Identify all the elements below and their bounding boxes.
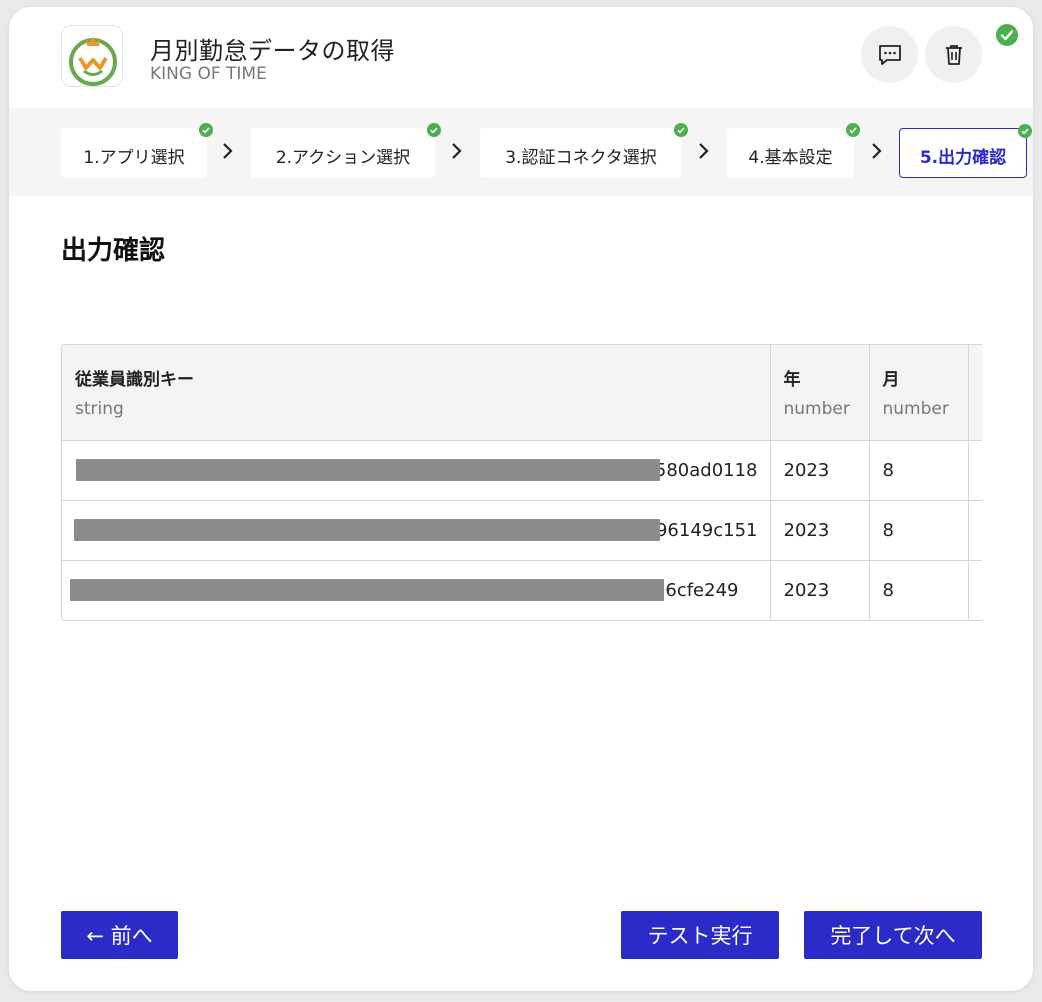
employee-key-value: 06cfe249: [653, 579, 739, 601]
table-row: 06cfe249 2023 8: [62, 560, 982, 620]
table-header-row: 従業員識別キー string 年 number 月 number: [62, 345, 982, 441]
truncated-cell: [968, 560, 982, 620]
chevron-right-icon: [699, 143, 709, 159]
column-header-month: 月 number: [869, 345, 969, 441]
delete-button[interactable]: [925, 26, 982, 83]
app-logo: [61, 25, 123, 87]
step-auth-connector-select[interactable]: 3.認証コネクタ選択: [480, 123, 688, 178]
modal-dialog: 月別勤怠データの取得 KING OF TIME 1.アプリ選択 2.アクション選…: [9, 7, 1033, 991]
employee-key-cell: 96149c151: [62, 500, 771, 561]
column-type: string: [75, 399, 124, 420]
employee-key-cell: 580ad0118: [62, 440, 771, 501]
month-cell: 8: [869, 500, 969, 561]
comment-button[interactable]: [861, 26, 918, 83]
step-label: 5.出力確認: [919, 147, 1007, 168]
employee-key-value: 96149c151: [655, 519, 758, 541]
step-output-confirm[interactable]: 5.出力確認: [899, 124, 1032, 178]
status-complete-check-icon: [996, 24, 1018, 46]
chevron-right-icon: [872, 143, 882, 159]
year-cell: 2023: [770, 440, 870, 501]
step-done-check-icon: [846, 123, 860, 137]
year-cell: 2023: [770, 500, 870, 561]
king-of-time-logo-icon: [69, 37, 117, 86]
table-row: 580ad0118 2023 8: [62, 440, 982, 501]
truncated-cell: [968, 500, 982, 561]
column-header-truncated: [968, 345, 982, 441]
app-name: KING OF TIME: [150, 64, 267, 84]
step-action-select[interactable]: 2.アクション選択: [251, 123, 441, 178]
step-bar: 1.アプリ選択 2.アクション選択 3.認証コネクタ選択 4.基本設定 5.出力…: [9, 108, 1033, 196]
year-cell: 2023: [770, 560, 870, 620]
column-type: number: [783, 399, 850, 420]
chevron-right-icon: [452, 143, 462, 159]
step-done-check-icon: [199, 123, 213, 137]
redaction-bar: [70, 578, 664, 601]
trash-icon: [945, 44, 962, 65]
step-done-check-icon: [427, 123, 441, 137]
step-app-select[interactable]: 1.アプリ選択: [61, 123, 213, 178]
employee-key-value: 580ad0118: [654, 459, 758, 481]
table-row: 96149c151 2023 8: [62, 500, 982, 561]
section-title: 出力確認: [61, 236, 166, 266]
truncated-cell: [968, 440, 982, 501]
column-name: 従業員識別キー: [75, 370, 194, 391]
step-label: 2.アクション選択: [275, 147, 411, 168]
complete-next-button[interactable]: 完了して次へ: [804, 911, 982, 959]
step-label: 4.基本設定: [748, 147, 833, 168]
redaction-bar: [74, 518, 660, 541]
output-table[interactable]: 従業員識別キー string 年 number 月 number 580ad01…: [61, 344, 982, 621]
test-run-button[interactable]: テスト実行: [621, 911, 779, 959]
column-name: 年: [783, 370, 801, 391]
comment-icon: [878, 44, 901, 65]
page-title: 月別勤怠データの取得: [150, 37, 395, 65]
column-header-employee-key: 従業員識別キー string: [62, 345, 771, 441]
column-type: number: [882, 399, 949, 420]
step-label: 1.アプリ選択: [83, 147, 185, 168]
column-name: 月: [882, 370, 900, 391]
chevron-right-icon: [223, 143, 233, 159]
month-cell: 8: [869, 560, 969, 620]
step-label: 3.認証コネクタ選択: [505, 147, 657, 168]
step-done-check-icon: [1018, 124, 1032, 138]
redaction-bar: [76, 458, 660, 481]
prev-button[interactable]: ← 前へ: [61, 911, 178, 959]
column-header-year: 年 number: [770, 345, 870, 441]
employee-key-cell: 06cfe249: [62, 560, 771, 620]
step-done-check-icon: [674, 123, 688, 137]
step-basic-settings[interactable]: 4.基本設定: [727, 123, 860, 178]
month-cell: 8: [869, 440, 969, 501]
